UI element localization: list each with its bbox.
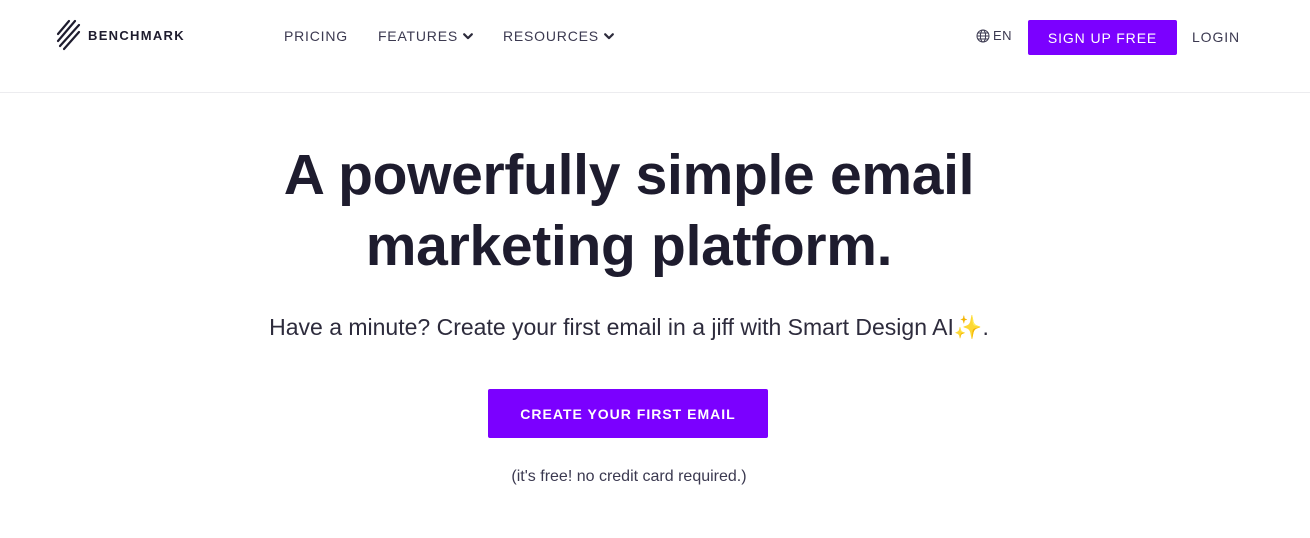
create-first-email-button[interactable]: CREATE YOUR FIRST EMAIL <box>488 389 768 438</box>
hero-title-line-1: A powerfully simple email <box>283 143 975 207</box>
main-nav: PRICING FEATURES RESOURCES <box>284 26 614 46</box>
nav-resources[interactable]: RESOURCES <box>503 26 614 46</box>
benchmark-logo[interactable]: BENCHMARK <box>55 18 185 52</box>
globe-icon <box>976 29 990 42</box>
nav-resources-label: RESOURCES <box>503 28 599 44</box>
cta-note: (it's free! no credit card required.) <box>511 468 747 485</box>
hero-title-line-2: marketing platform. <box>365 214 893 278</box>
nav-pricing[interactable]: PRICING <box>284 26 348 46</box>
language-selector[interactable]: EN <box>976 28 1012 43</box>
hero-subtitle: Have a minute? Create your first email i… <box>269 314 989 340</box>
login-link[interactable]: LOGIN <box>1192 29 1240 45</box>
nav-features-label: FEATURES <box>377 28 458 44</box>
sign-up-free-button[interactable]: SIGN UP FREE <box>1028 20 1177 55</box>
logo-wordmark: BENCHMARK <box>88 27 185 43</box>
site-header: BENCHMARK PRICING FEATURES RESOURCES EN … <box>0 0 1310 93</box>
nav-pricing-label: PRICING <box>284 28 348 44</box>
hero-title: A powerfully simple email marketing plat… <box>0 140 1258 282</box>
benchmark-slashes-icon <box>56 19 81 51</box>
chevron-down-icon <box>603 32 614 39</box>
nav-features[interactable]: FEATURES <box>378 26 473 46</box>
language-label: EN <box>993 28 1012 43</box>
chevron-down-icon <box>463 32 473 39</box>
